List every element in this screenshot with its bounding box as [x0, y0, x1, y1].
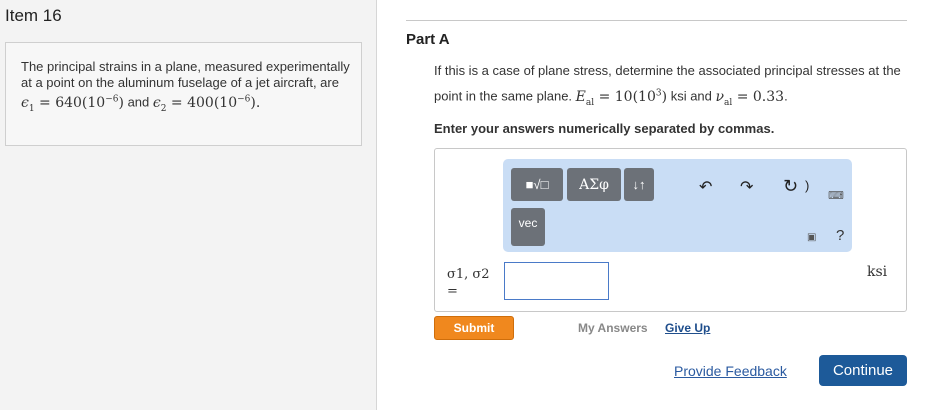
answer-input[interactable]	[504, 262, 609, 300]
modulus-expression: Eal = 10(103)	[575, 88, 668, 108]
problem-statement-box: The principal strains in a plane, measur…	[5, 42, 362, 146]
my-answers-link[interactable]: My Answers	[578, 321, 648, 335]
math-toolbar: ■√□ ΑΣφ ↓↑ vec ↶ ↷ ↻ ) ⌨ ▣ ?	[503, 159, 852, 252]
part-divider	[406, 20, 907, 21]
answer-label-equals: =	[447, 284, 458, 299]
greek-symbols-button[interactable]: ΑΣφ	[567, 168, 621, 201]
reset-icon[interactable]: ↻	[783, 176, 798, 197]
arrows-button[interactable]: ↓↑	[624, 168, 654, 201]
left-panel: Item 16 The principal strains in a plane…	[0, 0, 377, 410]
submit-button[interactable]: Submit	[434, 316, 514, 340]
epsilon1: ϵ1 = 640(10−6)	[21, 94, 124, 114]
poisson-expression: νal = 0.33	[715, 88, 785, 108]
continue-button[interactable]: Continue	[819, 355, 907, 386]
problem-text: The principal strains in a plane, measur…	[21, 59, 356, 116]
item-title: Item 16	[5, 6, 62, 25]
templates-button[interactable]: ■√□	[511, 168, 563, 201]
redo-icon[interactable]: ↷	[740, 177, 753, 197]
epsilon2: ϵ2 = 400(10−6).	[152, 94, 261, 114]
problem-text-a: The principal strains in a plane, measur…	[21, 59, 350, 90]
unit-label: ksi	[867, 264, 888, 280]
question-text: If this is a case of plane stress, deter…	[434, 63, 901, 108]
provide-feedback-link[interactable]: Provide Feedback	[674, 363, 787, 379]
part-title: Part A	[406, 31, 450, 48]
answer-label: σ1, σ2 =	[447, 266, 490, 300]
problem-text-b: and	[123, 94, 153, 110]
give-up-link[interactable]: Give Up	[665, 321, 710, 335]
keyboard-icon[interactable]: ⌨	[828, 189, 844, 202]
instruction-text: Enter your answers numerically separated…	[434, 121, 775, 136]
help-icon[interactable]: ?	[836, 227, 844, 244]
paren-icon: )	[805, 178, 810, 193]
copy-icon[interactable]: ▣	[807, 232, 816, 243]
answer-label-symbols: σ1, σ2	[447, 267, 490, 282]
undo-icon[interactable]: ↶	[699, 177, 712, 197]
vec-button[interactable]: vec	[511, 208, 545, 246]
